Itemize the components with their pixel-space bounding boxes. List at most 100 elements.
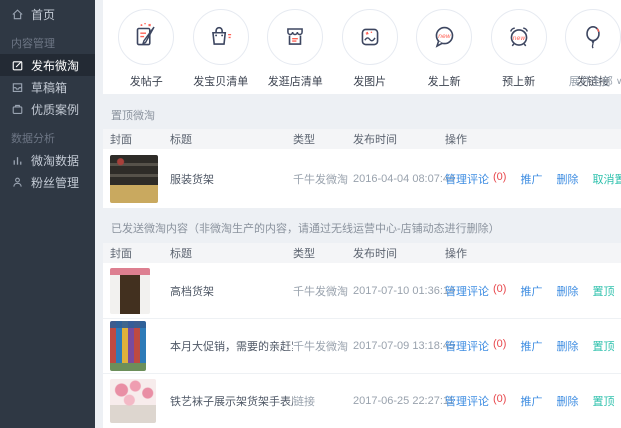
cover-image[interactable] <box>110 268 150 314</box>
quick-action-label: 发图片 <box>353 73 386 89</box>
table-row: 高档货架 千牛发微淘 2017-07-10 01:36:14 管理评论 (0) … <box>103 263 621 318</box>
chart-icon <box>11 154 24 167</box>
delete-link[interactable]: 删除 <box>556 338 578 354</box>
sidebar-item-label: 首页 <box>31 6 55 23</box>
promote-link[interactable]: 推广 <box>520 171 542 187</box>
post-title: 高档货架 <box>170 283 293 299</box>
manage-comments-link[interactable]: 管理评论 (0) <box>445 171 506 187</box>
sent-table: 封面标题类型发布时间操作 高档货架 千牛发微淘 2017-07-10 01:36… <box>103 243 621 428</box>
post-type: 千牛发微淘 <box>293 171 353 187</box>
manage-comments-link[interactable]: 管理评论 (0) <box>445 338 506 354</box>
post-type: 千牛发微淘 <box>293 338 353 354</box>
post-title: 本月大促销，需要的亲赶紧来 <box>170 338 293 354</box>
cover-cell <box>103 155 170 203</box>
publish-time: 2017-07-10 01:36:14 <box>353 285 445 297</box>
quick-actions-card: 发帖子 发宝贝清单 发逛店清单 发图片 发上新 预上新 发链接 <box>103 0 621 94</box>
sidebar-item-fans[interactable]: 粉丝管理 <box>0 171 95 193</box>
quick-action-label: 发上新 <box>428 73 461 89</box>
manage-comments-link[interactable]: 管理评论 (0) <box>445 283 506 299</box>
quick-action-post[interactable]: 发帖子 <box>118 9 174 89</box>
sidebar-item-draft[interactable]: 草稿箱 <box>0 76 95 98</box>
quick-action-bag[interactable]: 发宝贝清单 <box>193 9 249 89</box>
cover-cell <box>103 379 170 423</box>
sidebar-item-home[interactable]: 首页 <box>0 3 95 25</box>
home-icon <box>11 8 24 21</box>
sent-section-title: 已发送微淘内容（非微淘生产的内容，请通过无线运营中心-店铺动态进行删除） <box>103 208 621 243</box>
post-icon <box>118 9 174 65</box>
main-content: 发帖子 发宝贝清单 发逛店清单 发图片 发上新 预上新 发链接 <box>95 0 621 428</box>
sidebar-section-label: 内容管理 <box>0 34 95 54</box>
promote-link[interactable]: 推广 <box>520 393 542 409</box>
expand-all-link[interactable]: 展开全部 <box>569 73 621 89</box>
sidebar-item-label: 发布微淘 <box>31 57 79 74</box>
bubble-new-icon <box>416 9 472 65</box>
comment-count: (0) <box>493 171 506 187</box>
cover-image[interactable] <box>110 155 158 203</box>
image-icon <box>342 9 398 65</box>
pin-toggle-link[interactable]: 置顶 <box>592 393 614 409</box>
cover-cell <box>103 321 170 371</box>
balloon-icon <box>565 9 621 65</box>
pinned-section-title: 置顶微淘 <box>103 94 621 129</box>
column-header: 操作 <box>445 245 621 261</box>
quick-action-label: 发宝贝清单 <box>193 73 248 89</box>
comment-count: (0) <box>493 393 506 409</box>
post-type: 千牛发微淘 <box>293 283 353 299</box>
draft-icon <box>11 81 24 94</box>
cover-image[interactable] <box>110 379 156 423</box>
column-header: 发布时间 <box>353 131 445 147</box>
app-window: 首页 内容管理 发布微淘 草稿箱 优质案例 数据分析 微淘数据 粉丝管理 发帖子 <box>0 0 621 428</box>
publish-time: 2017-07-09 13:18:45 <box>353 340 445 352</box>
quick-action-image[interactable]: 发图片 <box>342 9 398 89</box>
delete-link[interactable]: 删除 <box>556 283 578 299</box>
sidebar-item-label: 草稿箱 <box>31 79 67 96</box>
pinned-table: 封面标题类型发布时间操作 服装货架 千牛发微淘 2016-04-04 08:07… <box>103 129 621 208</box>
pin-toggle-link[interactable]: 置顶 <box>592 283 614 299</box>
table-body: 高档货架 千牛发微淘 2017-07-10 01:36:14 管理评论 (0) … <box>103 263 621 428</box>
sidebar-section-label: 数据分析 <box>0 129 95 149</box>
case-icon <box>11 103 24 116</box>
table-row: 本月大促销，需要的亲赶紧来 千牛发微淘 2017-07-09 13:18:45 … <box>103 318 621 373</box>
cover-image[interactable] <box>110 321 146 371</box>
delete-link[interactable]: 删除 <box>556 393 578 409</box>
cover-cell <box>103 268 170 314</box>
sidebar-item-label: 优质案例 <box>31 101 79 118</box>
delete-link[interactable]: 删除 <box>556 171 578 187</box>
sidebar-nav: 首页 内容管理 发布微淘 草稿箱 优质案例 数据分析 微淘数据 粉丝管理 <box>0 3 95 193</box>
table-header-row: 封面标题类型发布时间操作 <box>103 243 621 263</box>
quick-action-label: 发帖子 <box>130 73 163 89</box>
column-header: 发布时间 <box>353 245 445 261</box>
quick-action-alarm-new[interactable]: 预上新 <box>491 9 547 89</box>
manage-comments-link[interactable]: 管理评论 (0) <box>445 393 506 409</box>
sidebar-item-compose[interactable]: 发布微淘 <box>0 54 95 76</box>
sidebar: 首页 内容管理 发布微淘 草稿箱 优质案例 数据分析 微淘数据 粉丝管理 <box>0 0 95 428</box>
quick-action-label: 预上新 <box>502 73 535 89</box>
shop-icon <box>267 9 323 65</box>
sidebar-item-case[interactable]: 优质案例 <box>0 98 95 120</box>
promote-link[interactable]: 推广 <box>520 338 542 354</box>
quick-action-label: 发逛店清单 <box>268 73 323 89</box>
quick-action-bubble-new[interactable]: 发上新 <box>416 9 472 89</box>
table-header-row: 封面标题类型发布时间操作 <box>103 129 621 149</box>
sidebar-item-label: 粉丝管理 <box>31 174 79 191</box>
pin-toggle-link[interactable]: 取消置顶 <box>592 171 621 187</box>
comment-count: (0) <box>493 283 506 299</box>
quick-actions-row: 发帖子 发宝贝清单 发逛店清单 发图片 发上新 预上新 发链接 <box>103 0 621 89</box>
column-header: 封面 <box>103 245 170 261</box>
column-header: 标题 <box>170 131 293 147</box>
sidebar-item-chart[interactable]: 微淘数据 <box>0 149 95 171</box>
expand-all-label: 展开全部 <box>569 73 613 89</box>
bag-icon <box>193 9 249 65</box>
table-row: 服装货架 千牛发微淘 2016-04-04 08:07:44 管理评论 (0) … <box>103 149 621 208</box>
sidebar-item-label: 微淘数据 <box>31 152 79 169</box>
post-type: 链接 <box>293 393 353 409</box>
compose-icon <box>11 59 24 72</box>
promote-link[interactable]: 推广 <box>520 283 542 299</box>
column-header: 操作 <box>445 131 621 147</box>
post-title: 铁艺袜子展示架货架手表展示架 <box>170 393 293 409</box>
fans-icon <box>11 176 24 189</box>
pin-toggle-link[interactable]: 置顶 <box>592 338 614 354</box>
quick-action-shop[interactable]: 发逛店清单 <box>267 9 323 89</box>
actions-cell: 管理评论 (0) 推广 删除 置顶 <box>445 338 621 354</box>
column-header: 封面 <box>103 131 170 147</box>
